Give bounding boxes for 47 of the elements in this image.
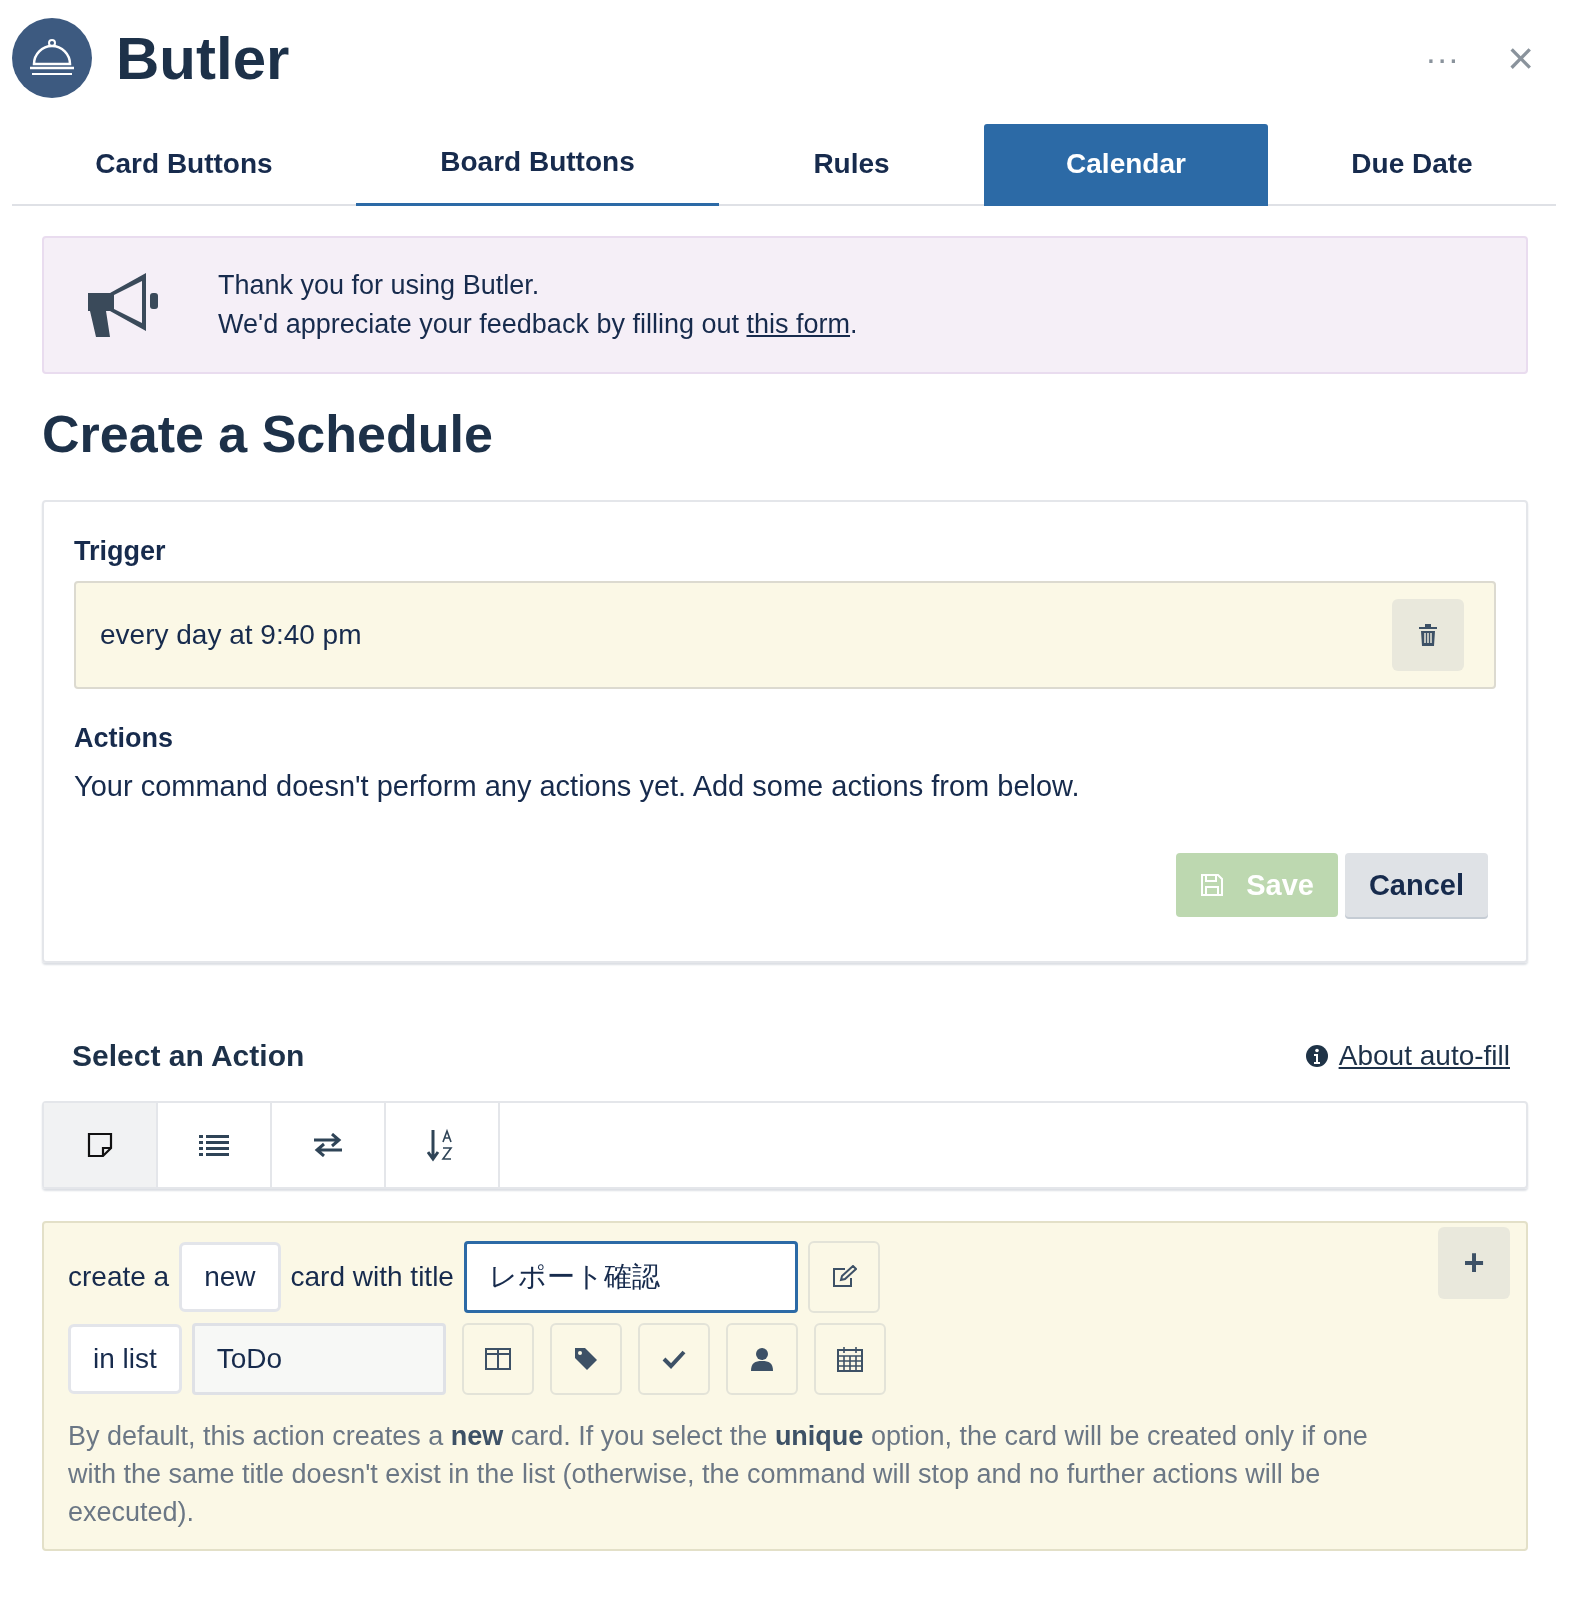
note-icon	[86, 1131, 114, 1159]
thanks-text: Thank you for using Butler.	[218, 270, 541, 301]
period-text: .	[850, 309, 858, 339]
action-category-tab[interactable]	[44, 1103, 158, 1187]
columns-icon	[484, 1348, 511, 1370]
tab[interactable]: Board Buttons	[356, 124, 719, 206]
calendar-icon	[836, 1346, 863, 1372]
floppy-icon	[1200, 873, 1225, 897]
form-link[interactable]: this form	[746, 309, 850, 339]
in-list-button[interactable]: in list	[68, 1324, 182, 1394]
actions-label: Actions	[74, 723, 174, 754]
tab[interactable]: Card Buttons	[12, 124, 356, 206]
app-title: Butler	[116, 23, 290, 93]
create-text: create a	[68, 1261, 170, 1293]
trigger-text: every day at 9:40 pm	[100, 619, 362, 651]
swap-arrows-icon	[312, 1133, 344, 1157]
edit-icon	[830, 1265, 857, 1289]
bell-logo-icon	[12, 18, 92, 98]
page-heading: Create a Schedule	[42, 404, 494, 465]
trash-icon	[1418, 623, 1438, 647]
tool-button[interactable]	[461, 1323, 534, 1395]
list-input[interactable]: ToDo	[191, 1323, 446, 1395]
tool-button[interactable]	[813, 1323, 886, 1395]
new-option-button[interactable]: new	[179, 1242, 281, 1312]
feedback-text: We'd appreciate your feedback by filling out	[218, 309, 739, 339]
person-icon	[750, 1347, 773, 1371]
action-description: By default, this action creates a new card. If you select the unique option, the card will be created only if one with the same title doesn't exist in the list (otherwise, the command will stop and no further actions will be executed).	[68, 1420, 1369, 1529]
section-heading: Select an Action	[72, 1039, 305, 1073]
add-button[interactable]: +	[1438, 1227, 1510, 1299]
tool-button[interactable]	[725, 1323, 798, 1395]
auto-fill-link[interactable]: About auto-fill	[1304, 1040, 1510, 1072]
trigger-label: Trigger	[74, 536, 167, 567]
title-label: card with title	[290, 1261, 454, 1293]
tag-icon	[573, 1347, 598, 1371]
tab[interactable]: Due Date	[1268, 124, 1556, 206]
action-category-tab[interactable]	[158, 1103, 272, 1187]
info-icon	[1304, 1044, 1329, 1068]
tab[interactable]: Rules	[719, 124, 984, 206]
title-input[interactable]: レポート確認	[463, 1241, 798, 1313]
tool-button[interactable]	[549, 1323, 622, 1395]
tab[interactable]: Calendar	[984, 124, 1268, 206]
delete-button[interactable]	[1392, 599, 1464, 671]
list-icon	[199, 1133, 229, 1157]
checkmark-icon	[661, 1349, 686, 1369]
actions-message: Your command doesn't perform any actions yet. Add some actions from below.	[74, 770, 1081, 803]
edit-button[interactable]	[807, 1241, 880, 1313]
cancel-button[interactable]: Cancel	[1344, 853, 1488, 917]
